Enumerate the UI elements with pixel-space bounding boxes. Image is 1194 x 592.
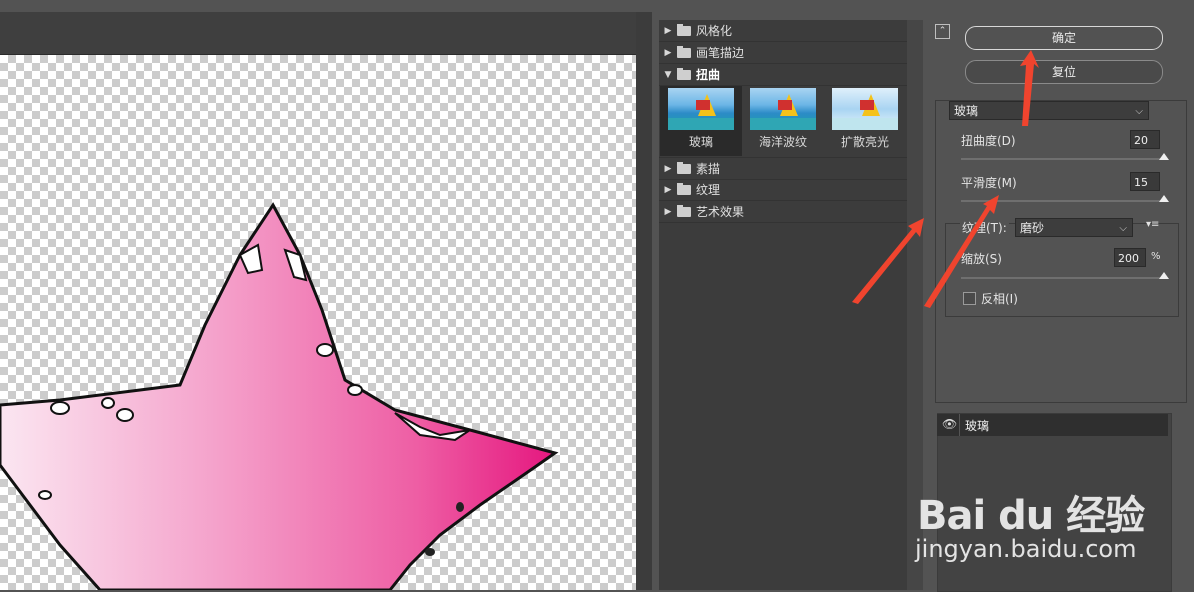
filter-category-stylize[interactable]: ▶ 风格化 [659, 20, 907, 42]
smoothness-input[interactable]: 15 [1130, 172, 1160, 191]
distortion-input[interactable]: 20 [1130, 130, 1160, 149]
folder-icon [677, 23, 691, 36]
thumb-label: 玻璃 [688, 135, 713, 149]
glass-thumbnail-image [668, 88, 734, 130]
annotation-arrows [852, 50, 1039, 308]
expand-triangle-icon: ▶ [664, 206, 672, 217]
star-preview-image [0, 202, 559, 590]
filter-thumb-ocean-ripple[interactable]: 海洋波纹 [742, 86, 824, 156]
arrow-to-settings [852, 218, 924, 304]
ocean-ripple-thumbnail-image [750, 88, 816, 130]
smoothness-slider-handle[interactable] [1159, 195, 1169, 202]
category-label: 画笔描边 [696, 46, 745, 60]
arrow-to-smoothness [924, 195, 999, 308]
preview-canvas[interactable] [0, 55, 636, 590]
chevron-down-icon: ⌵ [1119, 223, 1127, 234]
collapse-gallery-icon[interactable]: ⌃ [935, 24, 950, 39]
effect-layer-label: 玻璃 [965, 419, 990, 433]
preview-scrollbar[interactable] [636, 12, 652, 590]
folder-icon [677, 204, 691, 217]
category-label: 素描 [696, 162, 721, 176]
filter-thumb-glass[interactable]: 玻璃 [660, 86, 742, 156]
effect-layers-panel [937, 413, 1172, 592]
scale-slider-handle[interactable] [1159, 272, 1169, 279]
scale-input[interactable]: 200 [1114, 248, 1146, 267]
folder-icon [677, 161, 691, 174]
arrow-to-ok-button [1020, 50, 1039, 126]
expand-triangle-icon: ▶ [664, 25, 672, 36]
effect-layer-row[interactable]: 👁 玻璃 [937, 414, 1168, 436]
chevron-down-icon: ⌵ [1135, 106, 1143, 117]
expand-triangle-icon: ▶ [664, 47, 672, 58]
folder-icon [677, 182, 691, 195]
distortion-slider-handle[interactable] [1159, 153, 1169, 160]
percent-unit: % [1151, 251, 1161, 262]
expand-triangle-icon: ▶ [664, 163, 672, 174]
texture-menu-icon[interactable]: ▾≡ [1146, 219, 1159, 230]
category-label: 扭曲 [696, 68, 721, 82]
expand-triangle-icon: ▶ [664, 184, 672, 195]
eye-icon[interactable]: 👁 [942, 417, 957, 431]
category-label: 纹理 [696, 183, 721, 197]
preview-toolbar [0, 12, 636, 55]
category-label: 艺术效果 [696, 205, 745, 219]
layer-divider [959, 414, 960, 436]
collapse-triangle-icon: ▼ [664, 69, 672, 80]
category-label: 风格化 [696, 24, 733, 38]
folder-icon [677, 45, 691, 58]
open-folder-icon [677, 67, 691, 80]
thumb-label: 海洋波纹 [758, 135, 807, 149]
